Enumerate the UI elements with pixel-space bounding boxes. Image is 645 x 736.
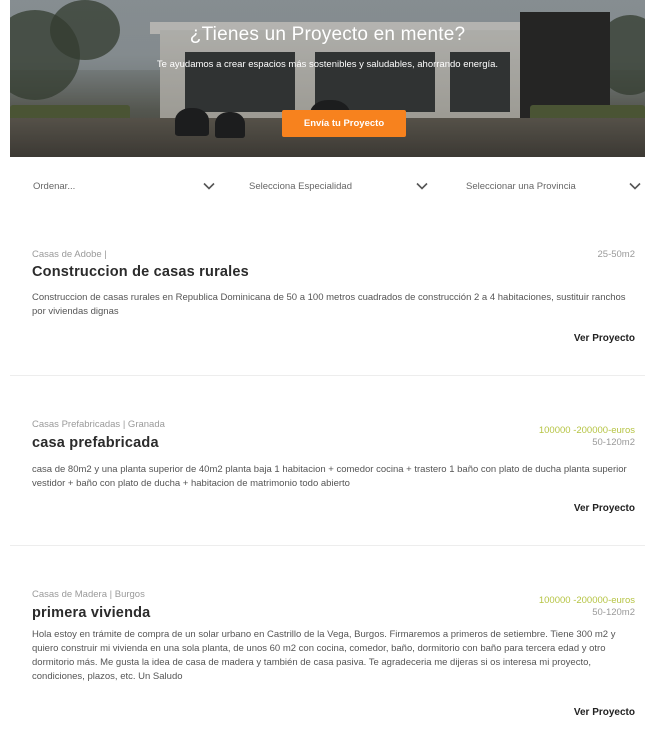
project-meta: Casas de Adobe | [32, 249, 107, 260]
specialty-select-label: Selecciona Especialidad [249, 180, 352, 192]
view-project-link[interactable]: Ver Proyecto [574, 503, 635, 514]
project-size: 25-50m2 [597, 249, 636, 260]
chevron-down-icon [202, 179, 216, 193]
project-description: Construccion de casas rurales en Republi… [32, 292, 626, 317]
project-title[interactable]: casa prefabricada [32, 435, 159, 451]
sort-select-label: Ordenar... [33, 180, 76, 192]
project-card: Casas de Adobe | 25-50m2 Construccion de… [10, 240, 645, 376]
project-meta: Casas Prefabricadas | Granada [32, 419, 165, 430]
project-card: Casas Prefabricadas | Granada 100000 -20… [10, 410, 645, 546]
project-size: 50-120m2 [592, 437, 635, 448]
card-divider [10, 545, 645, 546]
province-select-label: Seleccionar una Provincia [466, 180, 576, 192]
project-size: 50-120m2 [592, 607, 635, 618]
project-meta: Casas de Madera | Burgos [32, 589, 145, 600]
project-budget: 100000 -200000-euros [538, 425, 635, 436]
hero-banner: ¿Tienes un Proyecto en mente? Te ayudamo… [10, 0, 645, 157]
chevron-down-icon [415, 179, 429, 193]
view-project-link[interactable]: Ver Proyecto [574, 707, 635, 718]
project-description: Hola estoy en trámite de compra de un so… [32, 629, 616, 682]
hero-title: ¿Tienes un Proyecto en mente? [189, 24, 466, 45]
chevron-down-icon [628, 179, 642, 193]
view-project-link[interactable]: Ver Proyecto [574, 333, 635, 344]
card-divider [10, 375, 645, 376]
project-budget: 100000 -200000-euros [538, 595, 635, 606]
project-title[interactable]: Construccion de casas rurales [32, 264, 249, 280]
project-title[interactable]: primera vivienda [32, 605, 150, 621]
hero-subtitle: Te ayudamos a crear espacios más sosteni… [156, 59, 499, 70]
specialty-select[interactable]: Selecciona Especialidad [249, 175, 429, 197]
project-description: casa de 80m2 y una planta superior de 40… [32, 464, 627, 489]
project-card: Casas de Madera | Burgos 100000 -200000-… [18, 580, 641, 730]
sort-select[interactable]: Ordenar... [33, 175, 216, 197]
province-select[interactable]: Seleccionar una Provincia [466, 175, 642, 197]
send-project-button[interactable]: Envía tu Proyecto [282, 110, 406, 137]
filter-bar: Ordenar... Selecciona Especialidad Selec… [0, 175, 645, 197]
